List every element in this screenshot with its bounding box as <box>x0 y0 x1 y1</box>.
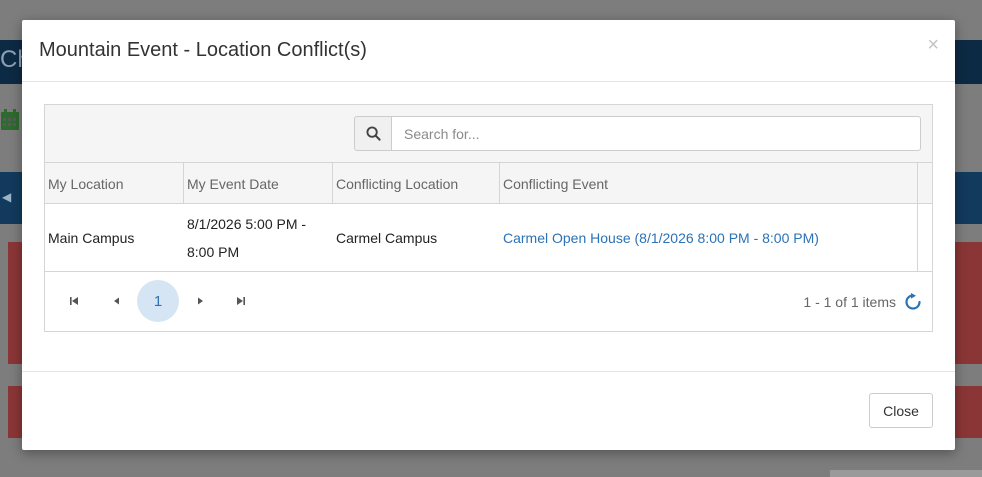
search-icon[interactable] <box>354 116 391 151</box>
last-page-icon[interactable] <box>230 290 252 312</box>
grid-toolbar <box>45 105 932 163</box>
refresh-icon[interactable] <box>904 293 924 313</box>
first-page-icon[interactable] <box>63 290 85 312</box>
modal-footer: Close <box>22 371 955 450</box>
column-header-my-location[interactable]: My Location <box>45 163 184 203</box>
grid-header-row: My Location My Event Date Conflicting Lo… <box>45 163 932 204</box>
modal-header: Mountain Event - Location Conflict(s) × <box>22 20 955 82</box>
search-input[interactable] <box>391 116 921 151</box>
vertical-scrollbar[interactable] <box>917 204 932 272</box>
column-header-conflicting-event[interactable]: Conflicting Event <box>500 163 918 203</box>
column-header-conflicting-location[interactable]: Conflicting Location <box>333 163 500 203</box>
modal-body: My Location My Event Date Conflicting Lo… <box>22 82 955 371</box>
page-1-button[interactable]: 1 <box>137 280 179 322</box>
conflicting-event-link[interactable]: Carmel Open House (8/1/2026 8:00 PM - 8:… <box>500 204 918 271</box>
location-conflict-modal: Mountain Event - Location Conflict(s) × … <box>22 20 955 450</box>
close-icon[interactable]: × <box>927 35 939 55</box>
previous-page-icon[interactable] <box>106 290 128 312</box>
column-header-my-event-date[interactable]: My Event Date <box>184 163 333 203</box>
pager-info: 1 - 1 of 1 items <box>803 294 896 310</box>
background-element <box>830 470 982 477</box>
next-page-icon[interactable] <box>189 290 211 312</box>
header-scrollbar-gutter <box>918 163 932 204</box>
grid-pager: 1 1 - 1 of 1 items <box>45 272 932 331</box>
search-group <box>354 116 921 151</box>
close-button[interactable]: Close <box>869 393 933 428</box>
caret-left-icon: ◀ <box>2 190 12 204</box>
cell-my-event-date: 8/1/2026 5:00 PM - 8:00 PM <box>187 215 307 260</box>
cell-conflicting-location: Carmel Campus <box>336 229 438 246</box>
cell-my-location: Main Campus <box>48 229 135 246</box>
conflict-grid: My Location My Event Date Conflicting Lo… <box>44 104 933 332</box>
modal-title: Mountain Event - Location Conflict(s) <box>39 39 367 61</box>
calendar-icon <box>0 108 20 134</box>
table-row: Main Campus 8/1/2026 5:00 PM - 8:00 PM C… <box>45 204 932 272</box>
